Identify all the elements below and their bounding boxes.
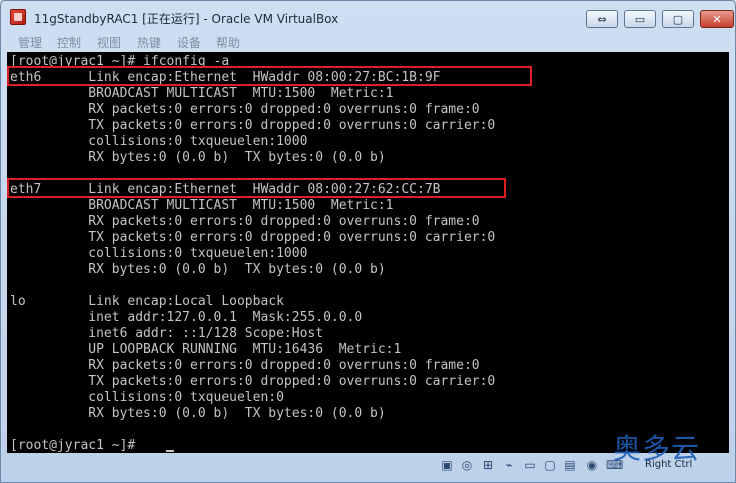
- console-prompt-line: [root@jyrac1 ~]#: [10, 438, 144, 453]
- console-line: RX bytes:0 (0.0 b) TX bytes:0 (0.0 b): [10, 150, 386, 165]
- optical-drive-icon[interactable]: ◎: [460, 458, 474, 472]
- title-bar[interactable]: 11gStandbyRAC1 [正在运行] - Oracle VM Virtua…: [1, 1, 735, 32]
- eth7-highlight-box: [7, 178, 506, 198]
- shared-folder-icon[interactable]: ▭: [523, 458, 537, 472]
- vm-console-screen[interactable]: [root@jyrac1 ~]# ifconfig -a eth6 Link e…: [7, 52, 729, 453]
- console-line: collisions:0 txqueuelen:0: [10, 390, 284, 405]
- maximize-button[interactable]: ▢: [662, 10, 694, 28]
- console-line: TX packets:0 errors:0 dropped:0 overruns…: [10, 230, 496, 245]
- virtualbox-app-icon: [10, 9, 26, 25]
- console-line: TX packets:0 errors:0 dropped:0 overruns…: [10, 374, 496, 389]
- menu-item-help[interactable]: 帮助: [216, 34, 240, 51]
- console-line: TX packets:0 errors:0 dropped:0 overruns…: [10, 118, 496, 133]
- console-line: collisions:0 txqueuelen:1000: [10, 134, 308, 149]
- console-line: BROADCAST MULTICAST MTU:1500 Metric:1: [10, 86, 394, 101]
- mouse-integration-icon[interactable]: ◉: [585, 458, 599, 472]
- menu-item-hotkey[interactable]: 热键: [137, 34, 161, 51]
- usb-icon[interactable]: ⌁: [502, 458, 516, 472]
- network-icon[interactable]: ⊞: [481, 458, 495, 472]
- menu-item-manage[interactable]: 管理: [18, 34, 42, 51]
- console-line: RX bytes:0 (0.0 b) TX bytes:0 (0.0 b): [10, 262, 386, 277]
- eth6-highlight-box: [7, 66, 532, 86]
- console-line: collisions:0 txqueuelen:1000: [10, 246, 308, 261]
- console-line: RX packets:0 errors:0 dropped:0 overruns…: [10, 358, 480, 373]
- restore-button[interactable]: ⇔: [586, 10, 618, 28]
- menu-bar: 管理 控制 视图 热键 设备 帮助: [1, 32, 735, 52]
- console-line: RX packets:0 errors:0 dropped:0 overruns…: [10, 102, 480, 117]
- terminal-cursor: [166, 450, 174, 452]
- console-line: inet addr:127.0.0.1 Mask:255.0.0.0: [10, 310, 363, 325]
- hard-disk-icon[interactable]: ▣: [440, 458, 454, 472]
- display-icon[interactable]: ▢: [543, 458, 557, 472]
- menu-item-view[interactable]: 视图: [97, 34, 121, 51]
- watermark-logo: 奥多云: [613, 432, 701, 465]
- menu-item-control[interactable]: 控制: [57, 34, 81, 51]
- console-line: BROADCAST MULTICAST MTU:1500 Metric:1: [10, 198, 394, 213]
- console-line: lo Link encap:Local Loopback: [10, 294, 284, 309]
- capture-icon[interactable]: ▤: [563, 458, 577, 472]
- virtualbox-window: 11gStandbyRAC1 [正在运行] - Oracle VM Virtua…: [0, 0, 736, 483]
- console-line: inet6 addr: ::1/128 Scope:Host: [10, 326, 324, 341]
- menu-item-devices[interactable]: 设备: [177, 34, 201, 51]
- minimize-button[interactable]: ▭: [624, 10, 656, 28]
- console-line: UP LOOPBACK RUNNING MTU:16436 Metric:1: [10, 342, 402, 357]
- console-line: RX packets:0 errors:0 dropped:0 overruns…: [10, 214, 480, 229]
- close-button[interactable]: ✕: [700, 10, 734, 28]
- window-title: 11gStandbyRAC1 [正在运行] - Oracle VM Virtua…: [34, 12, 339, 26]
- console-line: RX bytes:0 (0.0 b) TX bytes:0 (0.0 b): [10, 406, 386, 421]
